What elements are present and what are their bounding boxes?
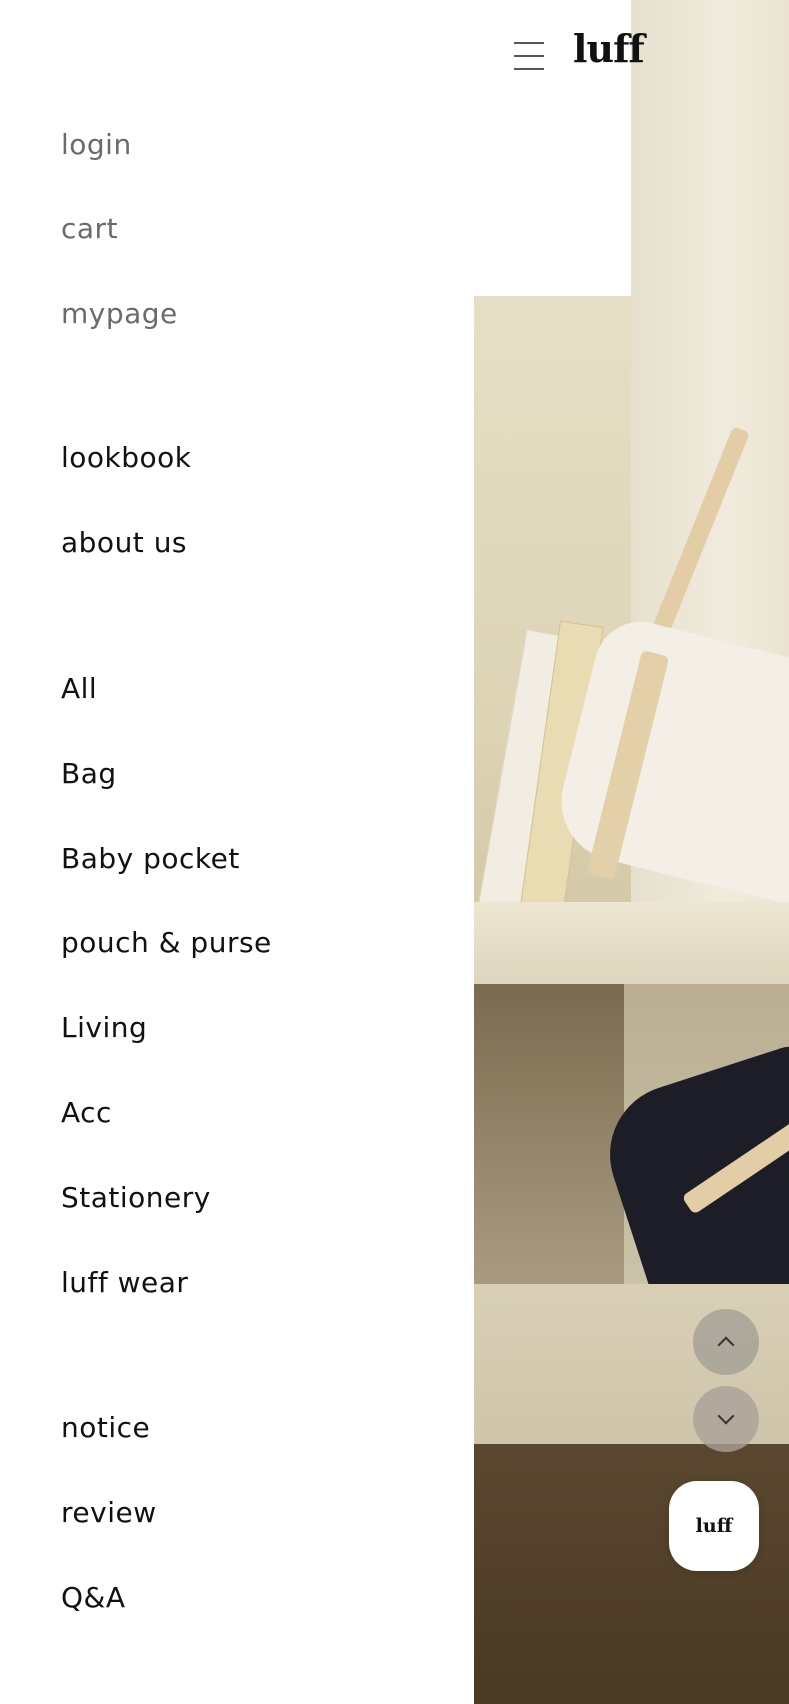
luff-chat-badge-button[interactable]: luff bbox=[669, 1481, 759, 1571]
hero-shelf bbox=[474, 902, 789, 984]
nav-mypage-link[interactable]: mypage bbox=[61, 300, 178, 328]
nav-category-stationery[interactable]: Stationery bbox=[61, 1184, 211, 1212]
scroll-down-button[interactable] bbox=[693, 1386, 759, 1452]
hamburger-menu-icon[interactable] bbox=[512, 38, 546, 72]
nav-category-acc[interactable]: Acc bbox=[61, 1099, 112, 1127]
nav-category-baby-pocket[interactable]: Baby pocket bbox=[61, 845, 240, 873]
nav-cart-link[interactable]: cart bbox=[61, 215, 118, 243]
hero-image bbox=[474, 0, 789, 1704]
chevron-up-icon bbox=[717, 1336, 735, 1354]
scroll-up-button[interactable] bbox=[693, 1309, 759, 1375]
side-drawer-menu: login cart mypage lookbook about us All … bbox=[0, 0, 474, 1704]
nav-category-luff-wear[interactable]: luff wear bbox=[61, 1269, 188, 1297]
nav-category-pouch-purse[interactable]: pouch & purse bbox=[61, 929, 272, 957]
logo[interactable]: luff bbox=[573, 30, 645, 68]
nav-category-bag[interactable]: Bag bbox=[61, 760, 117, 788]
nav-category-all[interactable]: All bbox=[61, 675, 97, 703]
nav-notice-link[interactable]: notice bbox=[61, 1414, 150, 1442]
nav-qna-link[interactable]: Q&A bbox=[61, 1584, 126, 1612]
header: luff bbox=[0, 0, 789, 110]
nav-category-living[interactable]: Living bbox=[61, 1014, 147, 1042]
nav-review-link[interactable]: review bbox=[61, 1499, 157, 1527]
nav-lookbook-link[interactable]: lookbook bbox=[61, 444, 192, 472]
nav-login-link[interactable]: login bbox=[61, 131, 132, 159]
chevron-down-icon bbox=[717, 1407, 735, 1425]
nav-about-us-link[interactable]: about us bbox=[61, 529, 187, 557]
